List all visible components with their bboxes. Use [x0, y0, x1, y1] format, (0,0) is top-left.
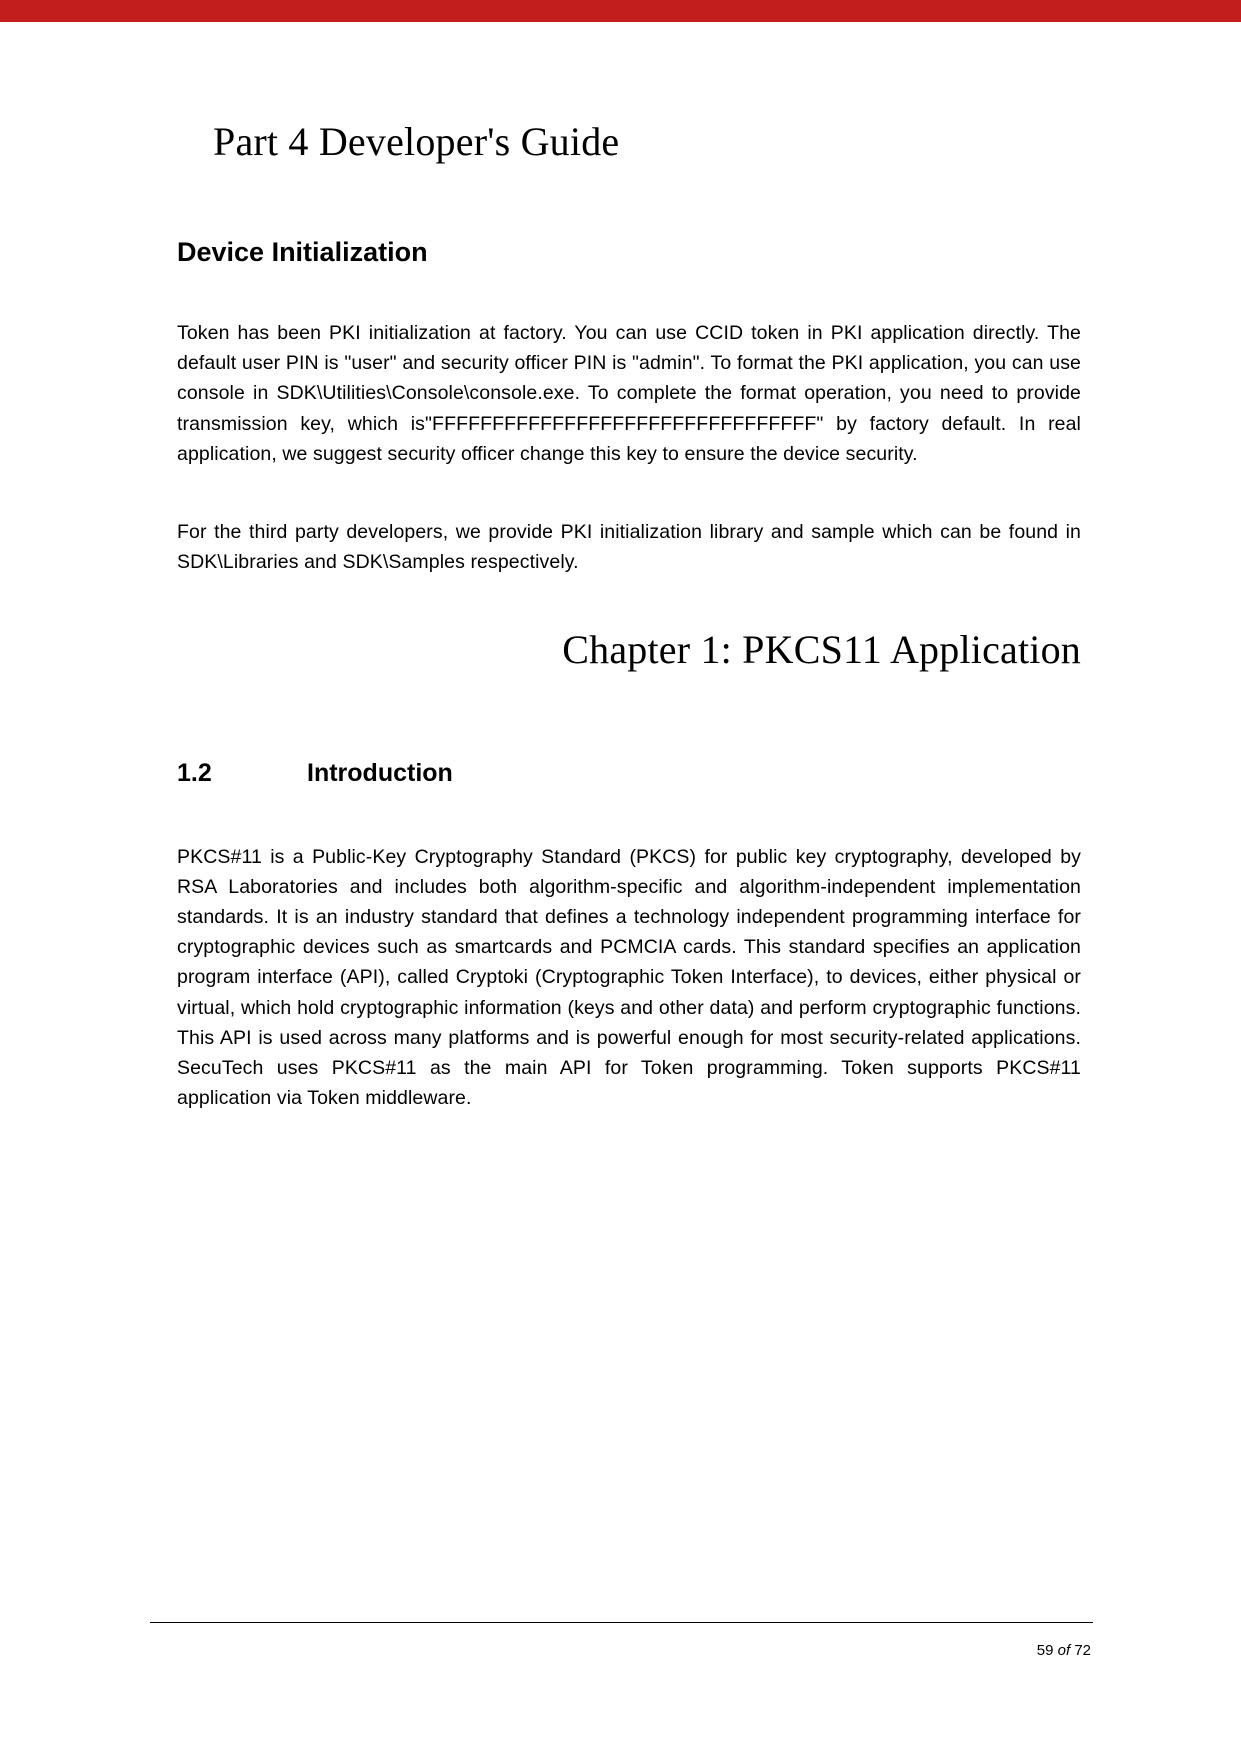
page-number: 59 of 72 [1037, 1642, 1091, 1659]
page-content: Part 4 Developer's Guide Device Initiali… [177, 118, 1081, 1162]
page-total: 72 [1074, 1642, 1091, 1659]
subsection-number: 1.2 [177, 759, 307, 788]
footer-rule [150, 1622, 1093, 1623]
subsection-heading: 1.2 Introduction [177, 759, 1081, 788]
page-of: of [1058, 1642, 1071, 1659]
body-paragraph: For the third party developers, we provi… [177, 517, 1081, 577]
section-heading-device-init: Device Initialization [177, 237, 1081, 268]
chapter-title: Chapter 1: PKCS11 Application [177, 626, 1081, 673]
top-accent-bar [0, 0, 1241, 22]
part-title: Part 4 Developer's Guide [213, 118, 1081, 165]
subsection-title: Introduction [307, 759, 453, 788]
page-current: 59 [1037, 1642, 1054, 1659]
body-paragraph: Token has been PKI initialization at fac… [177, 318, 1081, 469]
body-paragraph: PKCS#11 is a Public-Key Cryptography Sta… [177, 842, 1081, 1114]
